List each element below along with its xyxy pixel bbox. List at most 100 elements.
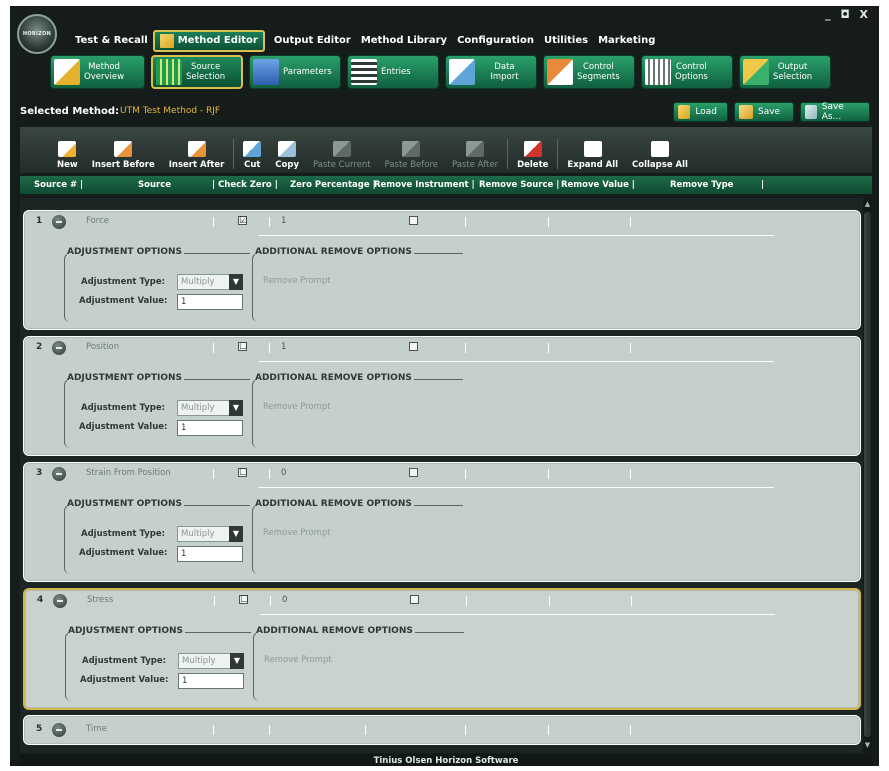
- source-name: Time: [86, 724, 107, 734]
- chevron-down-icon[interactable]: ▼: [229, 274, 243, 290]
- check-zero-checkbox[interactable]: ☐: [238, 342, 247, 352]
- load-label: Load: [695, 107, 717, 117]
- ribbon-label: Output Selection: [773, 62, 813, 82]
- adjustment-options-group: ADJUSTMENT OPTIONS Adjustment Type: Mult…: [65, 626, 251, 701]
- col-end-divider: |: [761, 180, 765, 190]
- paste-after-icon: [466, 141, 485, 157]
- check-zero-checkbox[interactable]: ☐: [239, 595, 248, 605]
- menu-method-library[interactable]: Method Library: [356, 30, 452, 52]
- source-row: 5 Time: [23, 715, 861, 745]
- col-remove-type[interactable]: Remove Type: [670, 180, 733, 190]
- adjustment-type-select[interactable]: Multiply ▼: [178, 653, 244, 669]
- collapse-all-button[interactable]: Collapse All: [625, 127, 695, 173]
- remove-instrument-checkbox[interactable]: [410, 595, 419, 604]
- col-check-zero[interactable]: | Check Zero |: [212, 180, 278, 190]
- zero-percentage-value[interactable]: 1: [281, 216, 286, 226]
- source-row-header[interactable]: 3 Strain From Position ☐ 0: [24, 463, 860, 488]
- scroll-up-icon[interactable]: ▲: [863, 200, 872, 210]
- adjustment-type-select[interactable]: Multiply ▼: [177, 274, 243, 290]
- paste-current-button[interactable]: Paste Current: [306, 127, 378, 173]
- column-divider: [630, 725, 631, 735]
- zero-percentage-value[interactable]: 0: [282, 595, 287, 605]
- ribbon-label: Source Selection: [186, 62, 226, 82]
- window-controls[interactable]: _ ◘ X: [825, 8, 871, 21]
- column-divider: [465, 725, 466, 735]
- ribbon-output-selection[interactable]: Output Selection: [739, 55, 831, 89]
- ribbon-entries[interactable]: Entries: [347, 55, 439, 89]
- col-source[interactable]: Source: [138, 180, 171, 190]
- col-remove-instrument[interactable]: Remove Instrument |: [374, 180, 475, 190]
- paste-after-label: Paste After: [452, 160, 499, 170]
- source-row-header[interactable]: 2 Position ☐ 1: [24, 337, 860, 362]
- collapse-icon[interactable]: [52, 215, 66, 229]
- collapse-icon[interactable]: [52, 467, 66, 481]
- check-zero-checkbox[interactable]: ☐: [238, 468, 247, 478]
- menu-utilities[interactable]: Utilities: [539, 30, 593, 52]
- collapse-icon[interactable]: [52, 723, 66, 737]
- menu-output-editor[interactable]: Output Editor: [269, 30, 356, 52]
- adjustment-value-input[interactable]: 1: [178, 673, 244, 689]
- ribbon-method-overview[interactable]: Method Overview: [50, 55, 145, 89]
- adjustment-value-input[interactable]: 1: [177, 420, 243, 436]
- paste-before-icon: [402, 141, 421, 157]
- selected-method-bar: Selected Method: UTM Test Method - RJF L…: [20, 102, 870, 124]
- column-headers: Source # | Source | Check Zero | Zero Pe…: [20, 176, 872, 194]
- expand-all-button[interactable]: Expand All: [560, 127, 625, 173]
- col-remove-value[interactable]: Remove Value |: [561, 180, 635, 190]
- insert-before-button[interactable]: Insert Before: [85, 127, 162, 173]
- additional-remove-options-title: ADDITIONAL REMOVE OPTIONS: [255, 247, 414, 257]
- remove-instrument-checkbox[interactable]: [409, 216, 418, 225]
- cut-button[interactable]: Cut: [236, 127, 268, 173]
- zero-percentage-value[interactable]: 1: [281, 342, 286, 352]
- clipboard-icon: [54, 59, 80, 85]
- menu-test-recall[interactable]: Test & Recall: [70, 30, 153, 52]
- adjustment-value-label: Adjustment Value:: [79, 548, 168, 558]
- adjustment-value-input[interactable]: 1: [177, 546, 243, 562]
- menu-method-editor[interactable]: Method Editor: [152, 30, 265, 52]
- scroll-down-icon[interactable]: ▼: [863, 741, 872, 751]
- adjustment-value-input[interactable]: 1: [177, 294, 243, 310]
- save-button[interactable]: Save: [734, 102, 794, 122]
- new-button[interactable]: New: [50, 127, 85, 173]
- chevron-down-icon[interactable]: ▼: [229, 526, 243, 542]
- remove-instrument-checkbox[interactable]: [409, 342, 418, 351]
- chevron-down-icon[interactable]: ▼: [230, 653, 244, 669]
- chevron-down-icon[interactable]: ▼: [229, 400, 243, 416]
- source-number: 4: [37, 595, 44, 605]
- row-underline: [259, 487, 774, 488]
- paste-after-button[interactable]: Paste After: [445, 127, 505, 173]
- menu-marketing[interactable]: Marketing: [593, 30, 660, 52]
- col-zero-percentage[interactable]: Zero Percentage |: [290, 180, 376, 190]
- col-remove-source[interactable]: Remove Source |: [479, 180, 559, 190]
- ribbon-control-segments[interactable]: Control Segments: [543, 55, 635, 89]
- list-icon: [351, 59, 377, 85]
- collapse-all-icon: [650, 141, 669, 157]
- source-row-header[interactable]: 4 Stress ☐ 0: [25, 590, 859, 615]
- ribbon-parameters[interactable]: Parameters: [249, 55, 341, 89]
- remove-instrument-checkbox[interactable]: [409, 468, 418, 477]
- zero-percentage-value[interactable]: 0: [281, 468, 286, 478]
- vertical-scrollbar[interactable]: ▲ ▼: [863, 198, 872, 753]
- col-source-num[interactable]: Source # |: [34, 180, 83, 190]
- insert-after-button[interactable]: Insert After: [162, 127, 232, 173]
- column-divider: [213, 469, 214, 479]
- menu-configuration[interactable]: Configuration: [452, 30, 539, 52]
- paste-before-button[interactable]: Paste Before: [378, 127, 445, 173]
- collapse-icon[interactable]: [52, 341, 66, 355]
- load-button[interactable]: Load: [673, 102, 728, 122]
- delete-button[interactable]: Delete: [510, 127, 555, 173]
- source-row-header[interactable]: 1 Force ☑ 1: [24, 211, 860, 236]
- copy-button[interactable]: Copy: [268, 127, 306, 173]
- save-as-button[interactable]: Save As...: [800, 102, 870, 122]
- adjustment-type-select[interactable]: Multiply ▼: [177, 526, 243, 542]
- adjustment-type-select[interactable]: Multiply ▼: [177, 400, 243, 416]
- insert-after-icon: [187, 141, 206, 157]
- ribbon-source-selection[interactable]: Source Selection: [151, 55, 243, 89]
- ribbon-control-options[interactable]: Control Options: [641, 55, 733, 89]
- collapse-icon[interactable]: [53, 594, 67, 608]
- scrollbar-thumb[interactable]: [864, 212, 871, 737]
- ribbon-data-import[interactable]: Data Import: [445, 55, 537, 89]
- check-zero-checkbox[interactable]: ☑: [238, 216, 247, 226]
- source-row-header[interactable]: 5 Time: [24, 719, 860, 741]
- adjustment-type-value: Multiply: [181, 529, 215, 539]
